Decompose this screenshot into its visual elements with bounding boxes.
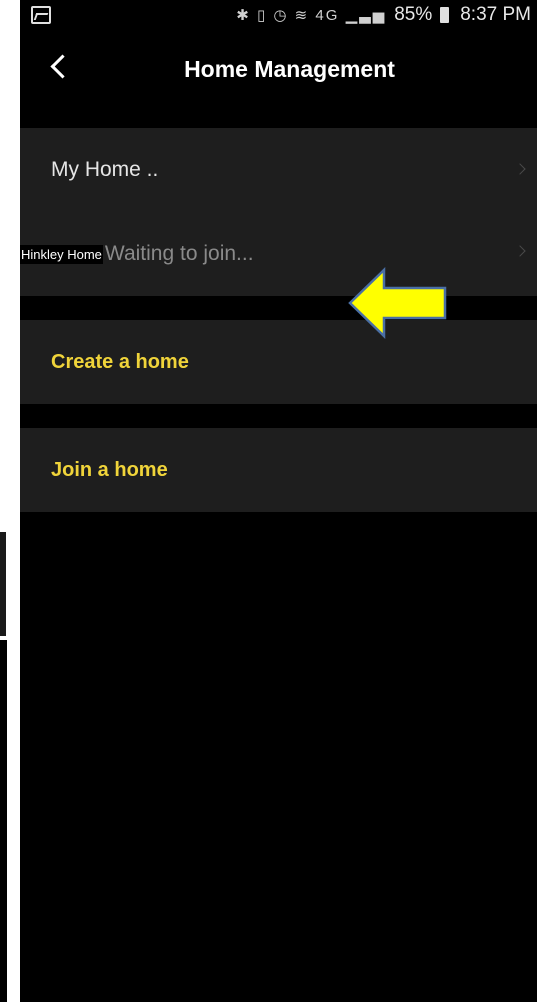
battery-percent: 85% bbox=[394, 4, 433, 25]
home-name-label: Hinkley Home bbox=[20, 244, 103, 264]
signal-icon: ▁▃▅ bbox=[345, 7, 387, 24]
create-home-button[interactable]: Create a home bbox=[20, 320, 537, 404]
status-icons: ✱ ▯ ◷ ≋ 4G ▁▃▅ bbox=[236, 6, 386, 24]
vibrate-icon: ▯ bbox=[256, 7, 268, 24]
status-time: 8:37 PM bbox=[460, 4, 531, 25]
left-background-panel-lower bbox=[0, 640, 7, 1002]
gallery-icon bbox=[31, 6, 51, 24]
homes-list: My Home .. Hinkley Home Waiting to join.… bbox=[20, 128, 537, 296]
left-background-panel bbox=[0, 532, 6, 636]
wifi-icon: ≋ bbox=[294, 7, 310, 24]
home-name: My Home .. bbox=[51, 158, 159, 181]
status-bar: ✱ ▯ ◷ ≋ 4G ▁▃▅ 85% 8:37 PM bbox=[20, 0, 537, 34]
battery-icon bbox=[440, 7, 450, 23]
page-title: Home Management bbox=[184, 56, 395, 82]
phone-screen: ✱ ▯ ◷ ≋ 4G ▁▃▅ 85% 8:37 PM Home Manageme… bbox=[20, 0, 537, 1002]
status-right-group: ✱ ▯ ◷ ≋ 4G ▁▃▅ 85% 8:37 PM bbox=[236, 4, 531, 26]
annotation-arrow-icon bbox=[348, 267, 447, 339]
network-label: 4G bbox=[315, 7, 340, 24]
chevron-right-icon bbox=[514, 245, 526, 257]
join-home-button[interactable]: Join a home bbox=[20, 428, 537, 512]
create-home-label: Create a home bbox=[51, 350, 189, 373]
bluetooth-icon: ✱ bbox=[236, 7, 251, 24]
join-home-label: Join a home bbox=[51, 458, 168, 481]
alarm-icon: ◷ bbox=[273, 7, 289, 24]
chevron-right-icon bbox=[514, 163, 526, 175]
section-divider bbox=[20, 104, 537, 128]
section-divider bbox=[20, 404, 537, 428]
home-status: Waiting to join... bbox=[104, 242, 254, 265]
home-row-hinkley[interactable]: Hinkley Home Waiting to join... bbox=[20, 212, 537, 296]
app-header: Home Management bbox=[20, 34, 537, 104]
home-row-my-home[interactable]: My Home .. bbox=[20, 128, 537, 212]
section-divider bbox=[20, 296, 537, 320]
